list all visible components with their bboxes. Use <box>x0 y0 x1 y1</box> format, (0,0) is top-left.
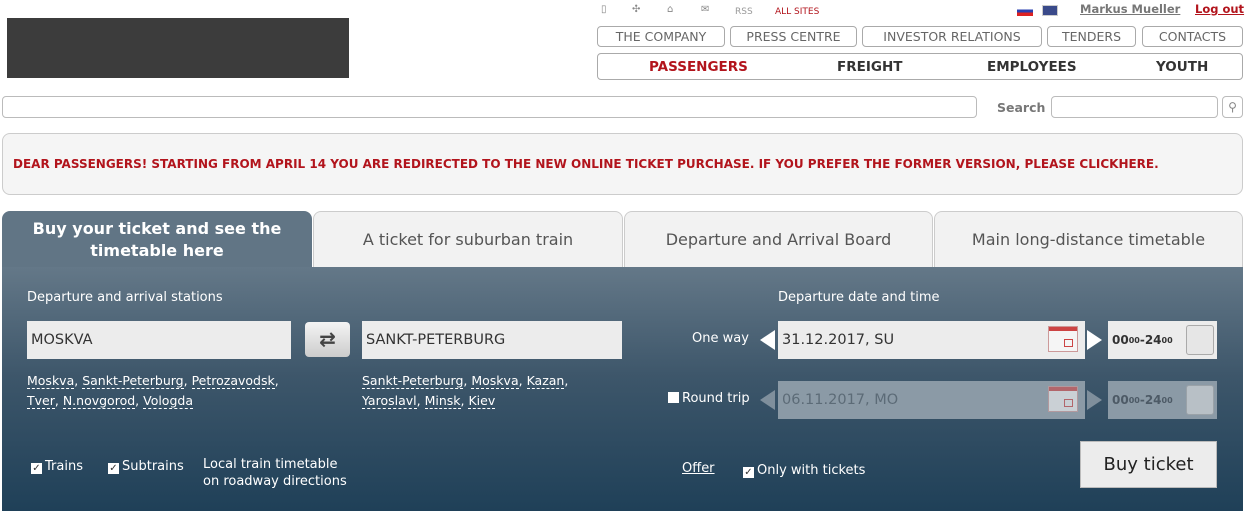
local-line-1: Local train timetable <box>203 457 338 472</box>
trains-checkbox[interactable]: ✓ Trains <box>31 459 83 474</box>
suggestion[interactable]: Vologda <box>143 393 193 409</box>
suggestion[interactable]: Moskva <box>471 373 519 389</box>
notice-end: . <box>1154 157 1159 171</box>
logout-link[interactable]: Log out <box>1195 2 1244 16</box>
trains-label: Trains <box>45 459 83 474</box>
time-from-min: 00 <box>1128 395 1140 405</box>
suggestion[interactable]: Sankt-Peterburg <box>82 373 184 389</box>
checkbox-checked-icon[interactable]: ✓ <box>743 467 754 478</box>
user-link[interactable]: Markus Mueller <box>1080 2 1180 16</box>
local-train-link[interactable]: Local train timetable on roadway directio… <box>203 456 347 490</box>
time-to: 24 <box>1144 333 1162 347</box>
time-to: 24 <box>1144 393 1162 407</box>
mail-icon[interactable]: ✉ <box>701 4 709 15</box>
all-sites-link[interactable]: ALL SITES <box>775 7 819 17</box>
next-date-arrow-icon <box>1087 390 1102 410</box>
one-way-label: One way <box>692 331 749 346</box>
round-trip-label: Round trip <box>682 391 750 406</box>
search-input[interactable] <box>1051 96 1218 118</box>
from-station-input[interactable]: MOSKVA <box>27 321 291 359</box>
suggestion[interactable]: Petrozavodsk <box>191 373 275 389</box>
from-suggestions: Moskva, Sankt-Peterburg, Petrozavodsk, Tv… <box>27 373 279 409</box>
notice-text: DEAR PASSENGERS! STARTING FROM APRIL 14 … <box>13 157 1119 171</box>
nav-the-company[interactable]: THE COMPANY <box>597 26 725 47</box>
tab-timetable[interactable]: Main long-distance timetable <box>934 211 1243 267</box>
suggestion[interactable]: Kiev <box>468 393 496 409</box>
mobile-icon[interactable]: ▯ <box>601 4 607 15</box>
search-icon[interactable]: ⚲ <box>1222 96 1243 118</box>
to-suggestions: Sankt-Peterburg, Moskva, Kazan, Yaroslavl… <box>362 373 569 409</box>
time-from: 00 <box>1112 393 1129 407</box>
nav-investor-relations[interactable]: INVESTOR RELATIONS <box>862 26 1042 47</box>
checkbox-checked-icon[interactable]: ✓ <box>31 463 42 474</box>
local-line-2: on roadway directions <box>203 474 347 489</box>
booking-panel: Departure and arrival stations MOSKVA ⇄ … <box>2 267 1243 511</box>
round-trip-date-input: 06.11.2017, MO <box>778 381 1085 419</box>
swap-stations-button[interactable]: ⇄ <box>305 322 350 357</box>
home-icon[interactable]: ⌂ <box>667 4 673 15</box>
calendar-icon <box>1048 386 1078 412</box>
offer-link[interactable]: Offer <box>682 461 715 476</box>
time-from: 00 <box>1112 333 1129 347</box>
prev-date-arrow-icon[interactable] <box>760 330 775 350</box>
nav-freight[interactable]: FREIGHT <box>837 59 902 75</box>
tab-board[interactable]: Departure and Arrival Board <box>624 211 933 267</box>
sitemap-icon[interactable]: ✣ <box>632 4 640 15</box>
suggestion[interactable]: Minsk <box>424 393 461 409</box>
suggestion[interactable]: Sankt-Peterburg <box>362 373 464 389</box>
subtrains-label: Subtrains <box>122 459 184 474</box>
next-date-arrow-icon[interactable] <box>1087 330 1102 350</box>
suggestion[interactable]: Tver <box>27 393 55 409</box>
clock-icon <box>1186 385 1214 415</box>
tab-suburban[interactable]: A ticket for suburban train <box>313 211 623 267</box>
clock-icon[interactable] <box>1186 325 1214 355</box>
calendar-icon[interactable] <box>1048 326 1078 352</box>
only-with-tickets-checkbox[interactable]: ✓ Only with tickets <box>743 463 865 478</box>
suggestion[interactable]: Moskva <box>27 373 75 389</box>
time-to-min: 00 <box>1161 335 1173 345</box>
time-from-min: 00 <box>1128 335 1140 345</box>
main-nav: PASSENGERS FREIGHT EMPLOYEES YOUTH <box>597 53 1243 80</box>
nav-passengers[interactable]: PASSENGERS <box>649 59 748 75</box>
checkbox-unchecked-icon[interactable] <box>668 392 679 403</box>
nav-employees[interactable]: EMPLOYEES <box>987 59 1077 75</box>
nav-youth[interactable]: YOUTH <box>1156 59 1208 75</box>
nav-contacts[interactable]: CONTACTS <box>1142 26 1243 47</box>
round-trip-checkbox[interactable]: Round trip <box>668 391 750 406</box>
time-to-min: 00 <box>1161 395 1173 405</box>
one-way-date-input[interactable]: 31.12.2017, SU <box>778 321 1085 359</box>
notice-here-link[interactable]: HERE <box>1118 157 1154 171</box>
logo[interactable] <box>7 18 349 78</box>
to-station-input[interactable]: SANKT-PETERBURG <box>362 321 622 359</box>
russian-flag-icon[interactable] <box>1017 6 1033 16</box>
uk-flag-icon[interactable] <box>1042 5 1058 16</box>
checkbox-checked-icon[interactable]: ✓ <box>108 463 119 474</box>
rss-link[interactable]: RSS <box>735 7 753 17</box>
suggestion[interactable]: N.novgorod <box>62 393 136 409</box>
notice-banner: DEAR PASSENGERS! STARTING FROM APRIL 14 … <box>2 133 1243 195</box>
suggestion[interactable]: Yaroslavl <box>362 393 417 409</box>
buy-ticket-button[interactable]: Buy ticket <box>1080 441 1217 488</box>
suggestion[interactable]: Kazan <box>526 373 565 389</box>
prev-date-arrow-icon <box>760 390 775 410</box>
tab-buy-ticket[interactable]: Buy your ticket and see the timetable he… <box>2 211 312 267</box>
breadcrumb-bar <box>2 96 977 118</box>
stations-label: Departure and arrival stations <box>27 290 223 305</box>
only-with-tickets-label: Only with tickets <box>757 463 866 478</box>
date-label: Departure date and time <box>778 290 940 305</box>
nav-tenders[interactable]: TENDERS <box>1047 26 1136 47</box>
subtrains-checkbox[interactable]: ✓ Subtrains <box>108 459 184 474</box>
nav-press-centre[interactable]: PRESS CENTRE <box>730 26 857 47</box>
search-label: Search <box>997 100 1046 115</box>
